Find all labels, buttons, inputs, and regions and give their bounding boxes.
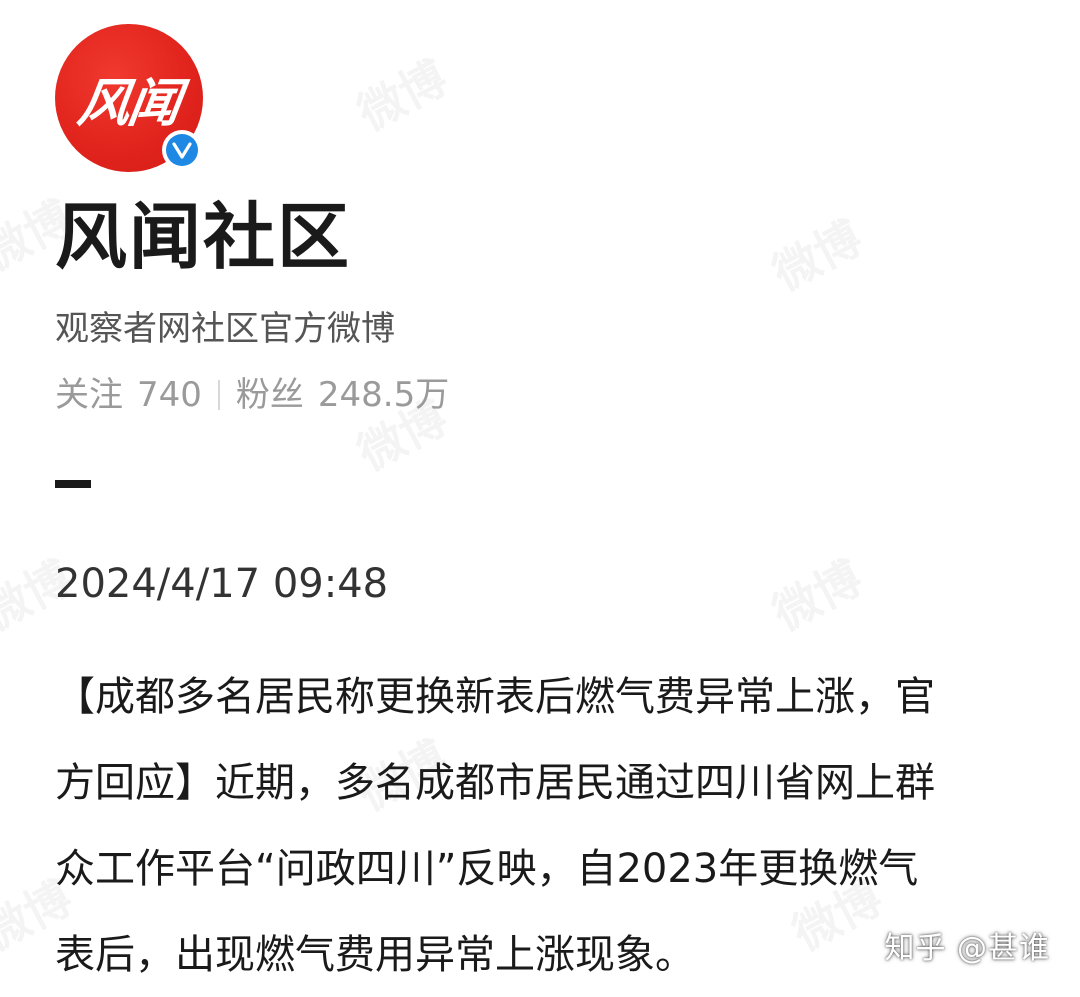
following-stat[interactable]: 关注 740 bbox=[55, 372, 202, 418]
source-watermark: 知乎 @甚谁 bbox=[884, 931, 1050, 966]
profile-stats: 关注 740 粉丝 248.5万 bbox=[55, 372, 449, 418]
watermark: 微博 bbox=[760, 202, 872, 303]
profile-name[interactable]: 风闻社区 bbox=[55, 192, 351, 282]
followers-count: 248.5万 bbox=[317, 375, 450, 415]
verified-badge bbox=[162, 130, 202, 170]
followers-label: 粉丝 bbox=[235, 375, 304, 415]
post-body-line: 【成都多名居民称更换新表后燃气费异常上涨，官 bbox=[55, 674, 935, 720]
avatar-logo-text: 风闻 bbox=[73, 73, 183, 134]
post-screenshot: 微博 微博 微博 微博 微博 微博 微博 微博 微博 风闻 风闻社区 观察者网社… bbox=[0, 0, 1080, 997]
divider-dash bbox=[55, 480, 91, 488]
watermark: 微博 bbox=[345, 42, 457, 143]
profile-description: 观察者网社区官方微博 bbox=[55, 309, 395, 349]
verified-v-icon bbox=[166, 134, 198, 166]
followers-stat[interactable]: 粉丝 248.5万 bbox=[236, 372, 449, 418]
post-body-line: 众工作平台“问政四川”反映，自2023年更换燃气 bbox=[55, 846, 919, 892]
stats-divider bbox=[217, 380, 220, 410]
post-datetime: 2024/4/17 09:48 bbox=[55, 561, 389, 607]
watermark: 微博 bbox=[760, 542, 872, 643]
post-body-line: 方回应】近期，多名成都市居民通过四川省网上群 bbox=[55, 760, 935, 806]
following-label: 关注 bbox=[55, 375, 123, 415]
following-count: 740 bbox=[137, 375, 202, 415]
